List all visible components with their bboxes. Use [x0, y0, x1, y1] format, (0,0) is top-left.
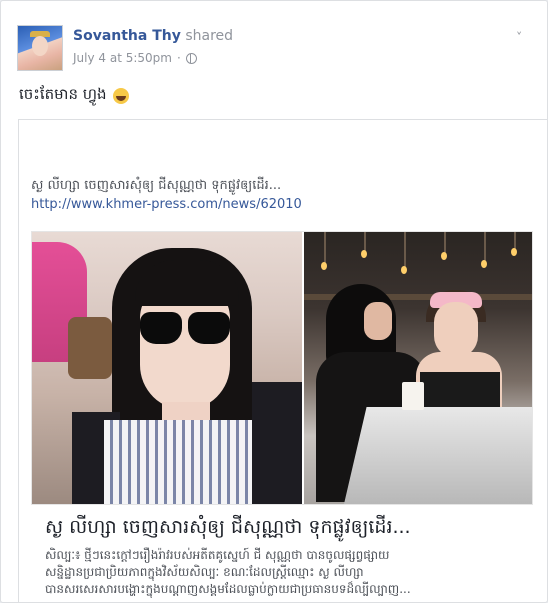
- post-status: ចេះតែមាន ហ្វូង: [19, 85, 129, 107]
- post-timestamp-link[interactable]: July 4 at 5:50pm: [73, 51, 172, 65]
- bulb: [401, 266, 407, 274]
- jacket-right: [252, 382, 304, 504]
- author-name-link[interactable]: Sovantha Thy: [73, 28, 181, 44]
- bulb: [441, 252, 447, 260]
- globe-icon[interactable]: [185, 52, 197, 64]
- bangs: [135, 260, 239, 306]
- meta-separator: ·: [176, 51, 181, 65]
- pendant-lamp: [404, 232, 406, 268]
- bulb: [361, 250, 367, 258]
- selfie-photo: [32, 232, 304, 504]
- client-face: [434, 302, 478, 358]
- description-line: សិល្បៈ៖ ថ្មីៗនេះក្តៅៗរឿងរ៉ាវរបស់អតីតគូស្…: [45, 548, 390, 562]
- post-action-text: shared: [185, 28, 234, 44]
- makeup-artist-face: [364, 302, 392, 340]
- sunglasses-left-lens: [140, 312, 182, 344]
- status-text: ចេះតែមាន ហ្វូង: [19, 85, 107, 103]
- post-card: Sovantha Thy shared July 4 at 5:50pm · ›…: [0, 0, 548, 603]
- pendant-lamp: [364, 232, 366, 252]
- handbag: [68, 317, 112, 379]
- striped-top: [104, 420, 274, 504]
- description-line: សន្និដ្ឋានប្រជាប្រិយភាពក្នុងវិស័យសិល្បៈ …: [45, 565, 364, 579]
- author-avatar[interactable]: [17, 25, 63, 71]
- link-preview-description: សិល្បៈ៖ ថ្មីៗនេះក្តៅៗរឿងរ៉ាវរបស់អតីតគូស្…: [45, 547, 531, 598]
- bulb: [511, 248, 517, 256]
- link-preview-title[interactable]: ស្ង លីហ្សា ចេញសារសុំឲ្យ ជីសុណ្ណថា ទុកផ្ល…: [45, 515, 411, 543]
- cup: [402, 382, 424, 410]
- pendant-lamp: [444, 232, 446, 254]
- laughing-emoji-icon: [112, 88, 129, 104]
- link-preview-image[interactable]: [31, 231, 533, 505]
- makeup-photo: [304, 232, 532, 504]
- sunglasses-right-lens: [188, 312, 230, 344]
- table: [344, 407, 532, 504]
- post-header: Sovantha Thy shared: [73, 28, 233, 44]
- shared-post-link[interactable]: http://www.khmer-press.com/news/62010: [31, 197, 302, 212]
- chevron-down-icon[interactable]: ›: [514, 30, 524, 36]
- pendant-lamp: [324, 232, 326, 264]
- bulb: [321, 262, 327, 270]
- post-meta: July 4 at 5:50pm ·: [73, 51, 197, 65]
- shared-post-title: ស្ង លីហ្សា ចេញសារសុំឲ្យ ជីសុណ្ណថា ទុកផ្ល…: [31, 178, 282, 193]
- client-top: [420, 372, 500, 412]
- pendant-lamp: [484, 232, 486, 262]
- bulb: [481, 260, 487, 268]
- avatar-face: [32, 36, 48, 56]
- description-line: បានសរសេរសារបង្ហោះក្នុងបណ្តាញសង្គមដែលធ្លា…: [45, 582, 411, 596]
